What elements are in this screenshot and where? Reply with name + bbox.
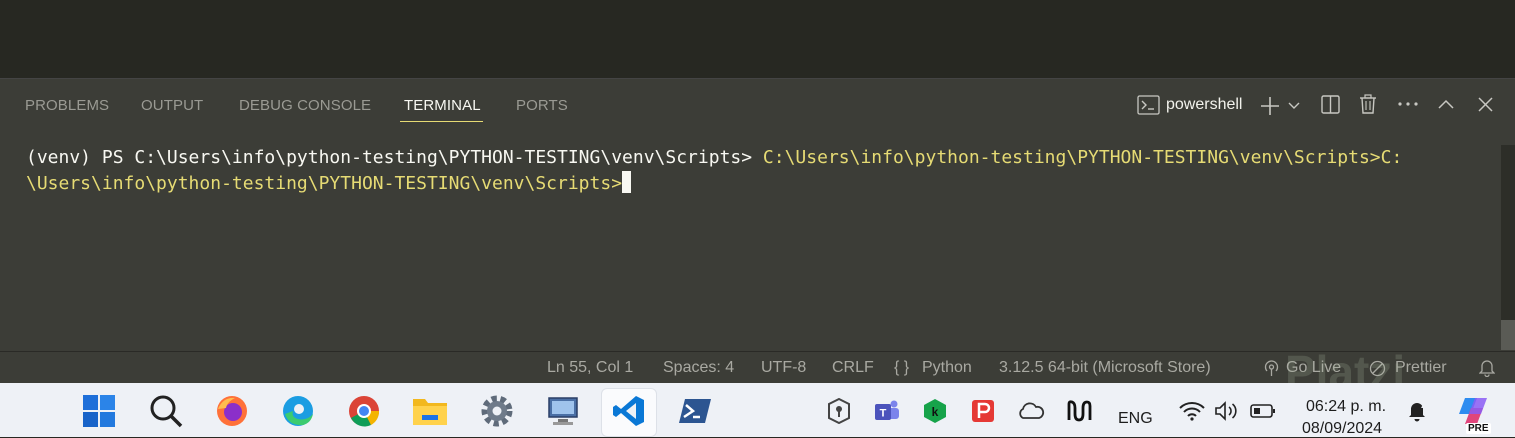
volume-icon[interactable] xyxy=(1212,392,1242,430)
chevron-down-icon[interactable] xyxy=(1287,99,1301,113)
broadcast-icon xyxy=(1262,359,1280,377)
kaspersky-tray-icon[interactable]: k xyxy=(918,392,952,430)
status-eol[interactable]: CRLF xyxy=(832,359,874,377)
search-icon[interactable] xyxy=(147,392,185,430)
more-icon[interactable] xyxy=(1397,99,1419,109)
tab-problems[interactable]: PROBLEMS xyxy=(25,97,109,114)
svg-text:z: z xyxy=(1421,401,1425,410)
terminal-prompt: (venv) PS C:\Users\info\python-testing\P… xyxy=(26,147,763,168)
file-explorer-icon[interactable] xyxy=(411,392,449,430)
tab-output[interactable]: OUTPUT xyxy=(141,97,203,114)
onedrive-tray-icon[interactable] xyxy=(1014,392,1048,430)
vpn-tray-icon[interactable] xyxy=(822,392,856,430)
svg-text:T: T xyxy=(880,408,887,420)
edge-icon[interactable] xyxy=(279,392,317,430)
chevron-up-icon[interactable] xyxy=(1437,97,1455,111)
copilot-pre-badge: PRE xyxy=(1466,423,1491,434)
pdf-tray-icon[interactable] xyxy=(966,392,1000,430)
battery-icon[interactable] xyxy=(1248,392,1278,430)
plus-icon[interactable] xyxy=(1259,95,1281,117)
remote-desktop-icon[interactable] xyxy=(544,392,582,430)
teams-tray-icon[interactable]: T xyxy=(870,392,904,430)
scrollbar-thumb[interactable] xyxy=(1501,320,1515,350)
split-icon[interactable] xyxy=(1320,94,1340,114)
clock-time[interactable]: 06:24 p. m. xyxy=(1306,398,1386,416)
settings-icon[interactable] xyxy=(478,392,516,430)
windows-taskbar: T k ENG 06:24 p. m. 08/09/2024 z PRE xyxy=(0,383,1515,437)
status-interpreter[interactable]: 3.12.5 64-bit (Microsoft Store) xyxy=(999,359,1211,377)
editor-area xyxy=(0,0,1515,78)
chrome-icon[interactable] xyxy=(345,392,383,430)
tab-ports[interactable]: PORTS xyxy=(516,97,568,114)
language-indicator[interactable]: ENG xyxy=(1118,410,1153,428)
active-tab-indicator xyxy=(400,121,483,122)
terminal-command-line2: \Users\info\python-testing\PYTHON-TESTIN… xyxy=(26,173,623,194)
clock-date[interactable]: 08/09/2024 xyxy=(1302,420,1382,438)
tab-terminal[interactable]: TERMINAL xyxy=(404,97,481,114)
firefox-icon[interactable] xyxy=(213,392,251,430)
powershell-icon[interactable] xyxy=(676,392,714,430)
svg-text:k: k xyxy=(932,405,939,419)
bell-icon[interactable] xyxy=(1478,358,1496,378)
status-indentation[interactable]: Spaces: 4 xyxy=(663,359,734,377)
terminal-icon[interactable] xyxy=(1136,94,1160,116)
wifi-icon[interactable] xyxy=(1177,392,1207,430)
notification-bell-icon[interactable]: z xyxy=(1404,392,1430,430)
terminal-profile-label[interactable]: powershell xyxy=(1166,96,1242,114)
language-braces-icon: { } xyxy=(894,359,910,376)
status-encoding[interactable]: UTF-8 xyxy=(761,359,806,377)
windows-start-icon[interactable] xyxy=(80,392,118,430)
terminal-output[interactable]: (venv) PS C:\Users\info\python-testing\P… xyxy=(26,145,1496,197)
trash-icon[interactable] xyxy=(1358,93,1378,115)
terminal-cursor xyxy=(622,171,632,193)
close-icon[interactable] xyxy=(1477,96,1493,112)
status-cursor-position[interactable]: Ln 55, Col 1 xyxy=(547,359,633,377)
notion-tray-icon[interactable] xyxy=(1062,392,1096,430)
vscode-icon[interactable] xyxy=(610,392,648,430)
terminal-scrollbar[interactable] xyxy=(1501,145,1515,350)
terminal-command-line1: C:\Users\info\python-testing\PYTHON-TEST… xyxy=(762,147,1403,168)
status-language[interactable]: Python xyxy=(922,359,972,377)
bottom-panel: PROBLEMS OUTPUT DEBUG CONSOLE TERMINAL P… xyxy=(0,78,1515,351)
tab-debug-console[interactable]: DEBUG CONSOLE xyxy=(239,97,371,114)
